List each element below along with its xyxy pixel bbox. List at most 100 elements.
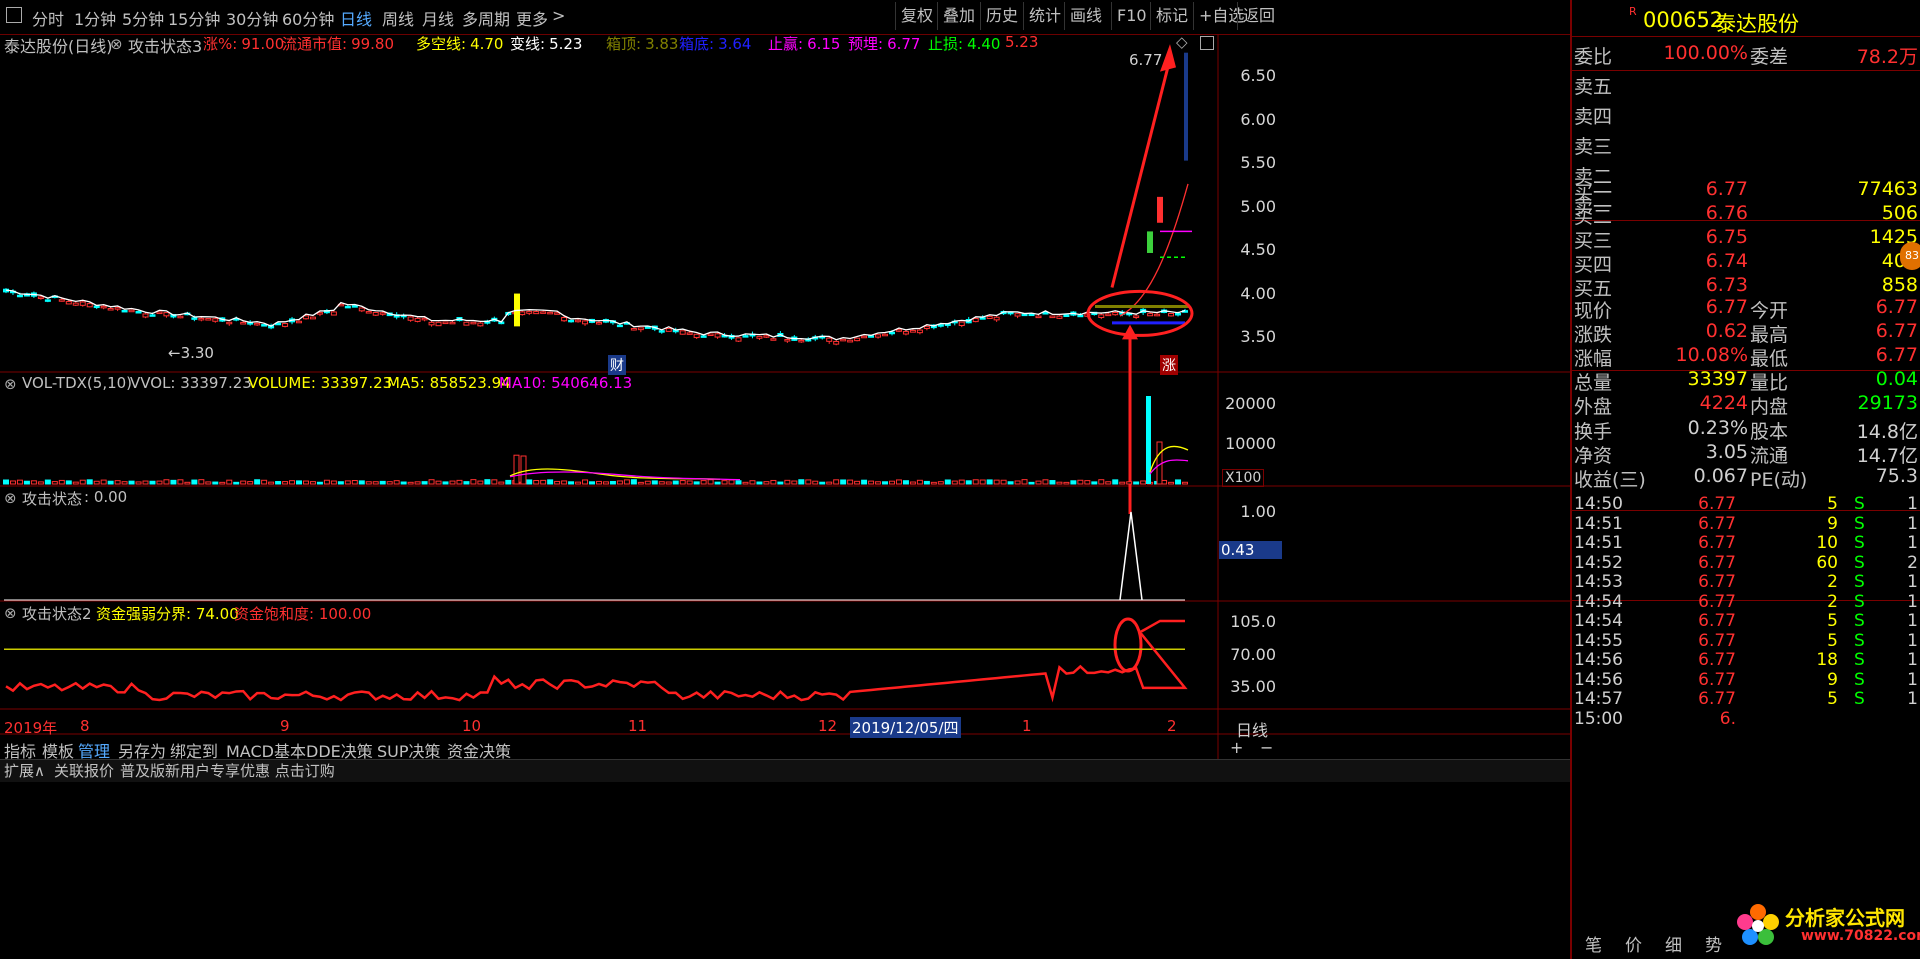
candle-body — [261, 324, 268, 327]
volume-bar — [463, 481, 470, 485]
highlight-ellipse-2 — [1113, 617, 1143, 673]
volume-bar — [149, 480, 156, 485]
period-tab-9[interactable]: 多周期 — [462, 6, 510, 30]
finance-marker[interactable]: 财 — [608, 355, 626, 375]
tick-price: 6.77 — [1698, 513, 1736, 534]
indicator-selector-icon[interactable]: ⊗ — [110, 35, 123, 53]
volume-bar — [965, 480, 972, 485]
bid-volume: 77463 — [1857, 178, 1918, 200]
right-tab-0[interactable]: 笔 — [1585, 931, 1602, 956]
volume-bar — [491, 479, 498, 485]
candle-body — [735, 337, 742, 342]
ma-up-line — [1119, 183, 1189, 317]
volume-bar — [623, 479, 630, 485]
volume-bar — [937, 481, 944, 485]
axis-tick-attack_axis-0: 1.00 — [1240, 502, 1276, 521]
tick-volume: 18 — [1816, 650, 1838, 670]
candle-body — [902, 331, 909, 335]
volume-bar — [275, 481, 282, 485]
tick-count: 1 — [1907, 591, 1918, 612]
vol-toggle-icon[interactable]: ⊗ — [4, 375, 17, 393]
period-tab-0[interactable]: 分时 — [32, 6, 64, 30]
vol-ma5: MA5: 858523.94 — [387, 374, 511, 392]
candle-body — [519, 311, 526, 316]
candle-body — [1175, 312, 1182, 316]
attack2-indicator-name[interactable]: 攻击状态2 — [22, 603, 92, 624]
axis-tick-main_axis-3: 5.00 — [1240, 197, 1276, 216]
candle-body — [121, 309, 128, 313]
attack-toggle-icon[interactable]: ⊗ — [4, 489, 17, 507]
period-tab-10[interactable]: 更多 — [516, 6, 548, 30]
kline-chart-area[interactable] — [0, 34, 1570, 764]
period-tab-1[interactable]: 1分钟 — [74, 6, 116, 30]
attack2-toggle-icon[interactable]: ⊗ — [4, 604, 17, 622]
bid-price: 6.76 — [1705, 202, 1748, 224]
date-tick-3: 10 — [462, 717, 482, 735]
candle-body — [309, 316, 316, 320]
volume-bar — [484, 479, 491, 485]
candle-body — [630, 327, 637, 331]
period-tab-3[interactable]: 15分钟 — [168, 6, 220, 30]
right-tab-2[interactable]: 细 — [1665, 931, 1682, 956]
stock-code[interactable]: 000652 — [1643, 8, 1723, 32]
diamond-icon[interactable]: ◇ — [1176, 33, 1188, 51]
tick-time: 14:50 — [1574, 494, 1623, 514]
volume-bar — [819, 481, 826, 485]
toolbar-action-1[interactable]: 叠加 — [937, 2, 980, 30]
header-item-6: 止赢: 6.15 — [768, 33, 840, 54]
period-tab-4[interactable]: 30分钟 — [226, 6, 278, 30]
volume-bar — [16, 479, 23, 485]
period-tab-7[interactable]: 周线 — [382, 6, 414, 30]
zoom-in-button[interactable]: + — [1230, 738, 1243, 757]
indicator-name[interactable]: 攻击状态3 — [128, 33, 202, 57]
candle-body — [1014, 313, 1021, 317]
right-tab-1[interactable]: 价 — [1625, 931, 1642, 956]
period-tab-6[interactable]: 日线 — [340, 6, 372, 30]
status-item-0[interactable]: 扩展∧ — [4, 760, 45, 781]
volume-bar — [414, 481, 421, 485]
tick-side: S — [1854, 513, 1865, 534]
period-tab-5[interactable]: 60分钟 — [282, 6, 334, 30]
more-chevron-icon[interactable]: > — [552, 6, 565, 25]
header-item-value: 6.15 — [807, 35, 841, 53]
candle-body — [365, 311, 372, 314]
toolbar-action-8[interactable]: 返回 — [1237, 2, 1280, 30]
candle-body — [582, 320, 589, 325]
toolbar-action-6[interactable]: 标记 — [1150, 2, 1193, 30]
volume-bar — [916, 479, 923, 485]
zoom-out-button[interactable]: − — [1260, 738, 1273, 757]
volume-bar — [742, 481, 749, 485]
toolbar-action-3[interactable]: 统计 — [1023, 2, 1066, 30]
candle-body — [428, 321, 435, 326]
toolbar-action-0[interactable]: 复权 — [895, 2, 938, 30]
panel-toggle-icon[interactable] — [1200, 36, 1214, 50]
period-tab-8[interactable]: 月线 — [422, 6, 454, 30]
stock-name[interactable]: 泰达股份 — [1715, 8, 1799, 38]
volume-bar — [721, 480, 728, 485]
candle-body — [770, 338, 777, 341]
menu-toggle-icon[interactable] — [6, 7, 22, 23]
attack-spike — [1119, 511, 1143, 601]
toolbar-action-2[interactable]: 历史 — [980, 2, 1023, 30]
volume-bar — [1112, 479, 1119, 485]
candle-body — [100, 305, 107, 309]
limit-up-marker[interactable]: 涨 — [1160, 355, 1178, 375]
stat-value: 0.62 — [1705, 320, 1748, 342]
vol-vvol: VVOL: 33397.23 — [130, 374, 252, 392]
axis-tick-vol_axis-1: 10000 — [1225, 434, 1276, 453]
toolbar-action-4[interactable]: 画线 — [1064, 2, 1107, 30]
attack-indicator-name[interactable]: 攻击状态 — [22, 488, 82, 509]
right-tab-3[interactable]: 势 — [1705, 931, 1722, 956]
ma-line — [5, 289, 1186, 341]
badge-circle[interactable]: 83 — [1900, 242, 1920, 270]
toolbar-action-5[interactable]: F10 — [1111, 2, 1152, 30]
limit-bar — [1184, 52, 1188, 161]
axis-tick-main_axis-6: 3.50 — [1240, 327, 1276, 346]
candle-body — [421, 317, 428, 321]
vol-indicator-name[interactable]: VOL-TDX(5,10) — [22, 374, 132, 392]
status-item-1[interactable]: 关联报价 — [54, 760, 114, 781]
capital-saturation-line — [5, 619, 1188, 703]
period-tab-2[interactable]: 5分钟 — [122, 6, 164, 30]
status-item-2[interactable]: 普及版新用户专享优惠 点击订购 — [120, 760, 335, 781]
candle-body — [44, 299, 51, 302]
